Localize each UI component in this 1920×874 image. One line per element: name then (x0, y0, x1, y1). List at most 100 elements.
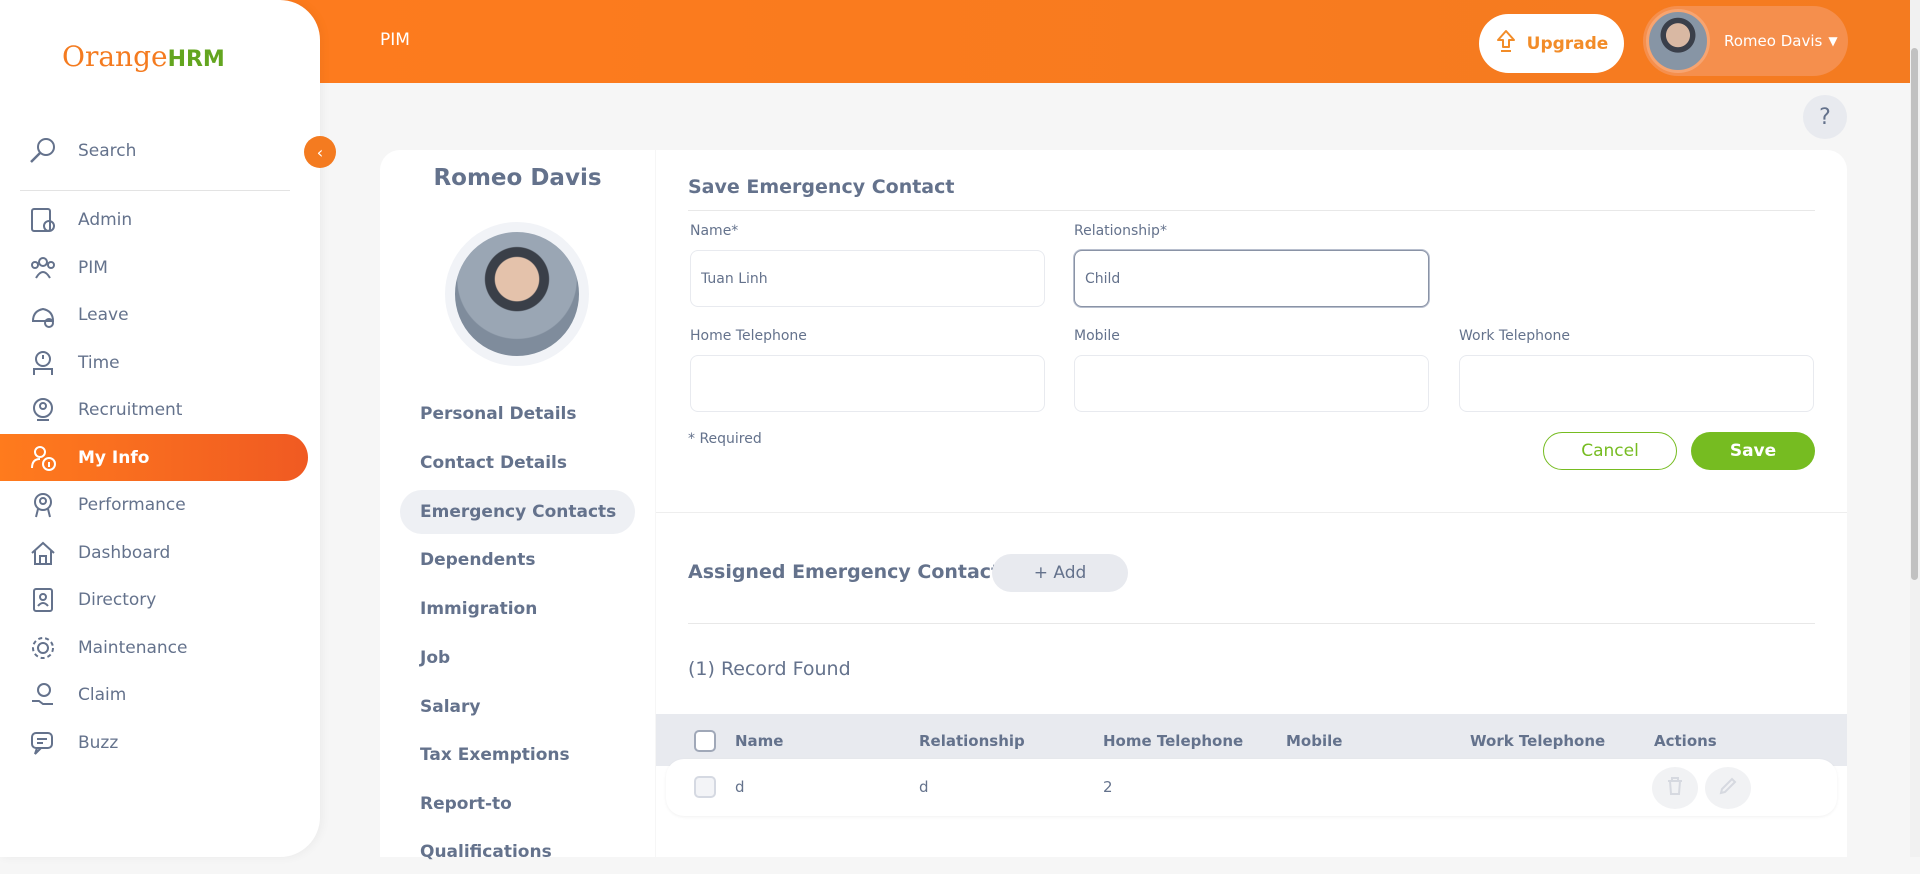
select-all-checkbox[interactable] (694, 730, 716, 752)
column-header-work-telephone[interactable]: Work Telephone (1470, 732, 1605, 750)
upgrade-icon (1495, 29, 1517, 58)
home-icon (28, 538, 58, 568)
scrollbar-thumb[interactable] (1911, 48, 1918, 580)
sidebar-item-admin[interactable]: Admin (0, 196, 308, 243)
sidebar-item-label: My Info (78, 447, 150, 468)
column-header-actions: Actions (1654, 732, 1717, 750)
upgrade-label: Upgrade (1526, 33, 1609, 54)
sidebar-item-maintenance[interactable]: Maintenance (0, 624, 308, 671)
sidebar-item-time[interactable]: Time (0, 339, 308, 386)
relationship-label: Relationship* (1074, 223, 1167, 239)
tab-immigration[interactable]: Immigration (400, 587, 635, 631)
home-telephone-label: Home Telephone (690, 328, 807, 344)
mobile-label: Mobile (1074, 328, 1120, 344)
sidebar-search[interactable]: Search (28, 136, 136, 166)
column-header-mobile[interactable]: Mobile (1286, 732, 1342, 750)
collapse-sidebar-button[interactable]: ‹ (304, 136, 336, 168)
sidebar-item-label: Buzz (78, 732, 119, 753)
sidebar-item-pim[interactable]: PIM (0, 244, 308, 291)
user-dropdown[interactable]: Romeo Davis ▼ (1643, 6, 1848, 76)
tab-salary[interactable]: Salary (400, 685, 635, 729)
chevron-left-icon: ‹ (316, 142, 324, 162)
name-input[interactable] (690, 250, 1045, 307)
cell-name: d (735, 778, 745, 796)
work-telephone-label: Work Telephone (1459, 328, 1571, 344)
search-label: Search (78, 141, 137, 161)
time-icon (28, 348, 58, 378)
home-telephone-input[interactable] (690, 355, 1045, 412)
save-button[interactable]: Save (1691, 432, 1815, 470)
sidebar-item-label: Maintenance (78, 637, 188, 658)
claim-icon (28, 680, 58, 710)
recruitment-icon (28, 395, 58, 425)
my-info-icon (28, 443, 58, 473)
sidebar-item-directory[interactable]: Directory (0, 576, 308, 623)
form-title-divider (688, 210, 1815, 211)
profile-photo[interactable] (445, 222, 589, 366)
pim-icon (28, 253, 58, 283)
cancel-button[interactable]: Cancel (1543, 432, 1677, 470)
pencil-icon (1719, 777, 1737, 799)
trash-icon (1666, 776, 1684, 800)
upgrade-button[interactable]: Upgrade (1479, 14, 1624, 73)
caret-down-icon: ▼ (1828, 34, 1838, 48)
sidebar-item-leave[interactable]: Leave (0, 291, 308, 338)
sidebar-item-label: Time (78, 352, 120, 373)
sidebar-item-buzz[interactable]: Buzz (0, 719, 308, 766)
assigned-contacts-title: Assigned Emergency Contacts (688, 561, 1012, 583)
tab-job[interactable]: Job (400, 636, 635, 680)
sidebar-item-my-info[interactable]: My Info (0, 434, 308, 481)
leave-icon (28, 300, 58, 330)
buzz-icon (28, 728, 58, 758)
tab-emergency-contacts[interactable]: Emergency Contacts (400, 490, 635, 534)
logo-orange-text: Orange (62, 40, 168, 73)
sidebar-item-label: Performance (78, 494, 186, 515)
work-telephone-input[interactable] (1459, 355, 1814, 412)
sidebar-item-performance[interactable]: Performance (0, 481, 308, 528)
page-title: PIM (380, 30, 410, 50)
sidebar-item-label: Dashboard (78, 542, 171, 563)
form-title: Save Emergency Contact (688, 176, 955, 198)
sidebar: OrangeHRM Search Admin PIM Leave Time Re… (0, 0, 320, 857)
performance-icon (28, 490, 58, 520)
tab-tax-exemptions[interactable]: Tax Exemptions (400, 733, 635, 777)
tab-qualifications[interactable]: Qualifications (400, 830, 635, 874)
search-icon (28, 136, 58, 166)
assigned-divider (688, 623, 1815, 624)
orangehrm-logo[interactable]: OrangeHRM (62, 40, 225, 73)
sidebar-item-recruitment[interactable]: Recruitment (0, 386, 308, 433)
mobile-input[interactable] (1074, 355, 1429, 412)
column-header-relationship[interactable]: Relationship (919, 732, 1025, 750)
relationship-input[interactable] (1074, 250, 1429, 307)
profile-name: Romeo Davis (433, 165, 602, 191)
column-header-home-telephone[interactable]: Home Telephone (1103, 732, 1243, 750)
user-name: Romeo Davis (1724, 32, 1823, 50)
edit-button[interactable] (1705, 767, 1751, 809)
records-count: (1) Record Found (688, 658, 851, 680)
tab-personal-details[interactable]: Personal Details (400, 392, 635, 436)
sidebar-item-label: Admin (78, 209, 133, 230)
logo-hrm-text: HRM (167, 47, 225, 72)
required-note: * Required (688, 431, 762, 447)
tab-report-to[interactable]: Report-to (400, 782, 635, 826)
help-button[interactable]: ? (1803, 95, 1847, 139)
section-divider (656, 512, 1847, 513)
cell-home-telephone: 2 (1103, 778, 1113, 796)
avatar (1646, 9, 1710, 73)
sidebar-item-label: PIM (78, 257, 108, 278)
tab-contact-details[interactable]: Contact Details (400, 441, 635, 485)
sidebar-item-dashboard[interactable]: Dashboard (0, 529, 308, 576)
add-contact-button[interactable]: + Add (992, 554, 1128, 592)
sidebar-item-claim[interactable]: Claim (0, 671, 308, 718)
name-label: Name* (690, 223, 739, 239)
sidebar-item-label: Directory (78, 589, 157, 610)
delete-button[interactable] (1652, 767, 1698, 809)
cell-relationship: d (919, 778, 929, 796)
row-checkbox[interactable] (694, 776, 716, 798)
admin-icon (28, 205, 58, 235)
tab-dependents[interactable]: Dependents (400, 538, 635, 582)
sidebar-item-label: Leave (78, 304, 129, 325)
sidebar-item-label: Claim (78, 684, 127, 705)
sidebar-divider (20, 190, 290, 191)
column-header-name[interactable]: Name (735, 732, 783, 750)
